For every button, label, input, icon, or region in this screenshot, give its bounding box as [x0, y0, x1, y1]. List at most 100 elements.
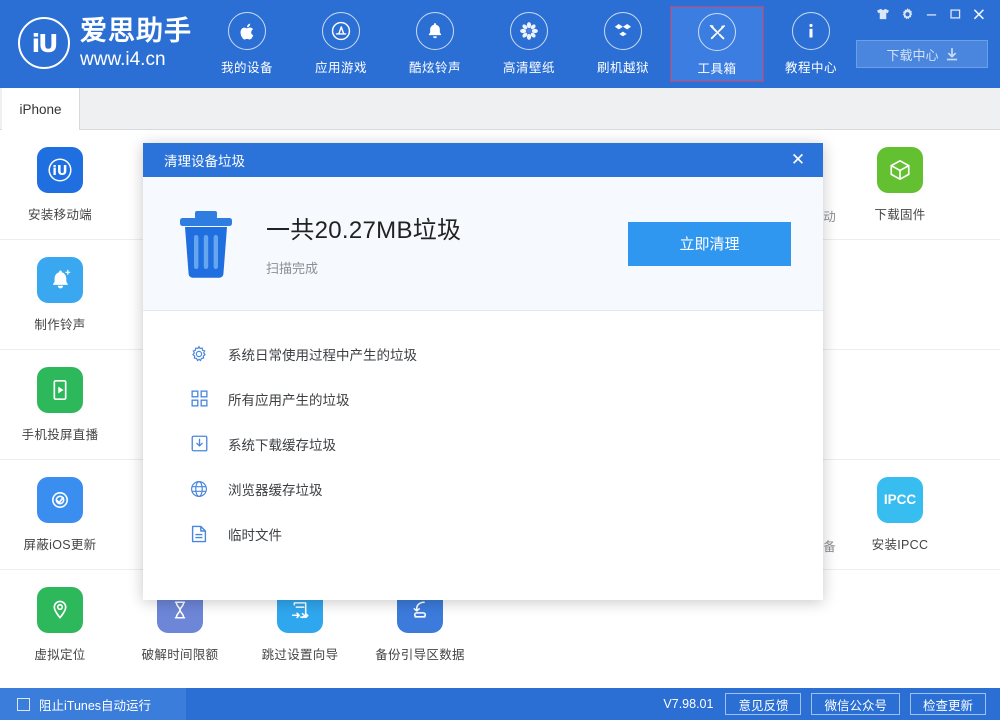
tool-cell-make-ringtone[interactable]: 制作铃声 [0, 240, 120, 349]
globe-icon [189, 479, 209, 499]
window-controls [872, 4, 990, 24]
close-icon[interactable] [968, 4, 990, 24]
device-tab-strip: iPhone [0, 88, 1000, 130]
tool-label: 屏蔽iOS更新 [23, 537, 97, 552]
tool-cell-download-firmware[interactable]: 下载固件 [840, 130, 960, 239]
nav-item-flash-jailbreak[interactable]: 刷机越狱 [576, 6, 670, 82]
version-label: V7.98.01 [663, 697, 714, 711]
info-icon [792, 12, 830, 50]
nav-item-apps-games[interactable]: 应用游戏 [294, 6, 388, 82]
cube-icon [877, 146, 923, 193]
list-item-label: 所有应用产生的垃圾 [228, 392, 350, 408]
minimize-icon[interactable] [920, 4, 942, 24]
list-item-label: 系统下载缓存垃圾 [228, 437, 336, 453]
nav-label: 工具箱 [697, 62, 737, 76]
tool-label-partial: 备 [823, 540, 836, 554]
tool-cell-hidden [840, 240, 960, 349]
settings-gear-icon[interactable] [896, 4, 918, 24]
check-update-label: 检查更新 [922, 698, 973, 713]
bell-plus-icon [37, 256, 83, 303]
nav-label: 我的设备 [220, 61, 273, 75]
bell-icon [416, 12, 454, 50]
nav-label: 酷炫铃声 [408, 61, 461, 75]
feedback-button[interactable]: 意见反馈 [725, 693, 802, 715]
tools-icon [698, 13, 736, 51]
tab-label: iPhone [19, 101, 62, 117]
list-item-label: 浏览器缓存垃圾 [228, 482, 323, 498]
list-item[interactable]: 所有应用产生的垃圾 [143, 376, 823, 421]
location-icon [37, 587, 83, 633]
tool-label: 安装IPCC [871, 537, 929, 552]
tool-cell-virtual-location[interactable]: 虚拟定位 [0, 570, 120, 680]
download-center-button[interactable]: 下载中心 [856, 40, 988, 68]
tool-label: 备份引导区数据 [375, 648, 465, 662]
nav-item-tutorials[interactable]: 教程中心 [764, 6, 858, 82]
tool-label: 虚拟定位 [34, 648, 86, 662]
nav-item-wallpapers[interactable]: 高清壁纸 [482, 6, 576, 82]
main-nav: 我的设备 应用游戏 酷炫铃声 高清壁纸 刷机越狱 工具箱 教程中心 [200, 6, 858, 82]
status-bar-actions: V7.98.01 意见反馈 微信公众号 检查更新 [663, 693, 1000, 715]
wechat-label: 微信公众号 [824, 698, 887, 713]
tool-cell-block-ios-update[interactable]: 屏蔽iOS更新 [0, 460, 120, 569]
clean-now-button[interactable]: 立即清理 [628, 221, 791, 266]
dropbox-icon [604, 12, 642, 50]
list-item[interactable]: 临时文件 [143, 511, 823, 556]
svg-text:iU: iU [52, 164, 67, 179]
clean-junk-dialog: 清理设备垃圾 ✕ 一共20.27MB垃圾 扫描完成 立即清理 系统日常使用过程中… [143, 143, 823, 600]
screen-cast-icon [37, 366, 83, 413]
tool-label: 制作铃声 [34, 317, 86, 332]
junk-category-list: 系统日常使用过程中产生的垃圾 所有应用产生的垃圾 系统下载缓存垃圾 浏览器缓存垃… [143, 311, 823, 556]
tool-label: 下载固件 [874, 207, 926, 222]
feedback-label: 意见反馈 [738, 698, 789, 713]
nav-label: 刷机越狱 [596, 61, 649, 75]
apple-icon [228, 12, 266, 50]
i4-app-icon: iU [37, 146, 83, 193]
ipcc-icon: IPCC [877, 476, 923, 523]
tool-cell-hidden [840, 570, 960, 680]
brand-url: www.i4.cn [80, 48, 166, 70]
list-item-label: 系统日常使用过程中产生的垃圾 [228, 347, 417, 363]
block-itunes-toggle[interactable]: 阻止iTunes自动运行 [0, 688, 186, 720]
check-update-button[interactable]: 检查更新 [909, 693, 986, 715]
block-itunes-label: 阻止iTunes自动运行 [39, 698, 152, 713]
dialog-summary: 一共20.27MB垃圾 扫描完成 立即清理 [143, 177, 823, 311]
list-item-label: 临时文件 [228, 527, 282, 543]
tool-label: 破解时间限额 [141, 648, 219, 662]
nav-label: 教程中心 [784, 61, 837, 75]
skin-icon[interactable] [872, 4, 894, 24]
tool-cell-screen-cast[interactable]: 手机投屏直播 [0, 350, 120, 459]
close-glyph: ✕ [790, 150, 806, 170]
document-icon [189, 524, 209, 544]
block-update-icon [37, 476, 83, 523]
logo-text: iU [31, 28, 59, 58]
tool-cell-install-ipcc[interactable]: IPCC 安装IPCC [840, 460, 960, 569]
tool-cell-install-mobile[interactable]: iU 安装移动端 [0, 130, 120, 239]
download-icon [946, 47, 957, 60]
list-item[interactable]: 系统日常使用过程中产生的垃圾 [143, 331, 823, 376]
gear-icon [189, 344, 209, 364]
top-toolbar: iU 爱思助手 www.i4.cn 我的设备 应用游戏 酷炫铃声 高清壁纸 刷机… [0, 0, 1000, 88]
nav-item-toolbox[interactable]: 工具箱 [670, 6, 764, 82]
list-item[interactable]: 浏览器缓存垃圾 [143, 466, 823, 511]
tool-label: 手机投屏直播 [21, 427, 99, 442]
download-box-icon [189, 434, 209, 454]
appstore-icon [322, 12, 360, 50]
list-item[interactable]: 系统下载缓存垃圾 [143, 421, 823, 466]
maximize-icon[interactable] [944, 4, 966, 24]
download-center-label: 下载中心 [886, 47, 939, 63]
nav-label: 高清壁纸 [502, 61, 555, 75]
clean-now-label: 立即清理 [679, 236, 740, 253]
app-window: iU 爱思助手 www.i4.cn 我的设备 应用游戏 酷炫铃声 高清壁纸 刷机… [0, 0, 1000, 720]
block-itunes-checkbox[interactable] [17, 697, 30, 711]
nav-item-my-device[interactable]: 我的设备 [200, 6, 294, 82]
nav-label: 应用游戏 [314, 61, 367, 75]
brand-name: 爱思助手 [80, 15, 192, 46]
wechat-official-button[interactable]: 微信公众号 [811, 693, 900, 715]
status-bar: 阻止iTunes自动运行 V7.98.01 意见反馈 微信公众号 检查更新 [0, 688, 1000, 720]
flower-icon [510, 12, 548, 50]
nav-item-ringtones[interactable]: 酷炫铃声 [388, 6, 482, 82]
trash-icon [175, 209, 237, 279]
close-icon[interactable]: ✕ [783, 143, 813, 177]
tool-label-partial: 动 [823, 210, 836, 224]
tab-iphone[interactable]: iPhone [2, 88, 80, 130]
